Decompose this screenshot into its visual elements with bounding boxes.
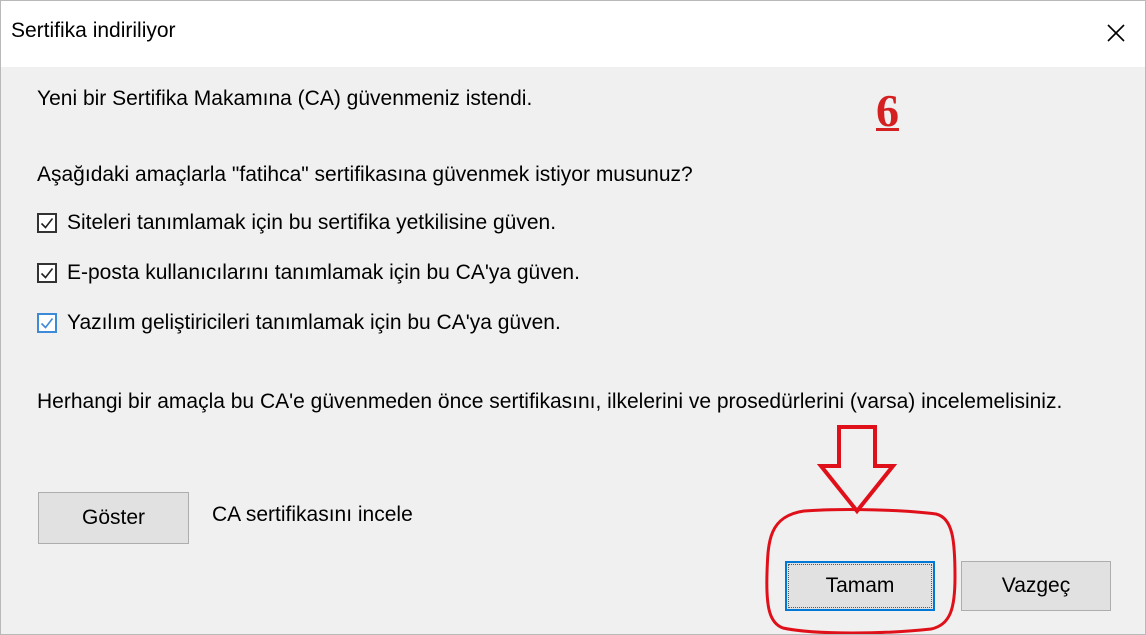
- step-number-annotation: 6: [876, 85, 899, 136]
- question-text: Aşağıdaki amaçlarla "fatihca" sertifikas…: [37, 163, 693, 186]
- show-button[interactable]: Göster: [38, 492, 189, 544]
- notice-text: Herhangi bir amaçla bu CA'e güvenmeden ö…: [37, 390, 1063, 413]
- trust-software-checkbox[interactable]: Yazılım geliştiricileri tanımlamak için …: [37, 308, 561, 338]
- checkbox-box[interactable]: [37, 313, 57, 333]
- checkbox-label: Yazılım geliştiricileri tanımlamak için …: [67, 311, 561, 334]
- checkbox-box[interactable]: [37, 213, 57, 233]
- checkmark-icon: [40, 218, 54, 229]
- show-description: CA sertifikasını incele: [212, 503, 413, 526]
- checkbox-box[interactable]: [37, 263, 57, 283]
- checkbox-label: Siteleri tanımlamak için bu sertifika ye…: [67, 211, 557, 234]
- certificate-download-dialog: Sertifika indiriliyor Yeni bir Sertifika…: [0, 0, 1146, 635]
- intro-text: Yeni bir Sertifika Makamına (CA) güvenme…: [37, 87, 533, 110]
- title-bar: Sertifika indiriliyor: [1, 1, 1145, 67]
- close-icon: [1107, 24, 1125, 42]
- trust-websites-checkbox[interactable]: Siteleri tanımlamak için bu sertifika ye…: [37, 208, 556, 238]
- close-button[interactable]: [1091, 9, 1141, 57]
- ok-button[interactable]: Tamam: [785, 561, 935, 611]
- focus-ring: [788, 564, 932, 608]
- dialog-title: Sertifika indiriliyor: [11, 19, 176, 42]
- checkmark-icon: [40, 268, 54, 279]
- dialog-body: Yeni bir Sertifika Makamına (CA) güvenme…: [1, 67, 1145, 634]
- trust-email-checkbox[interactable]: E-posta kullanıcılarını tanımlamak için …: [37, 258, 580, 288]
- cancel-button[interactable]: Vazgeç: [961, 561, 1111, 611]
- checkmark-icon: [40, 318, 54, 329]
- checkbox-label: E-posta kullanıcılarını tanımlamak için …: [67, 261, 580, 284]
